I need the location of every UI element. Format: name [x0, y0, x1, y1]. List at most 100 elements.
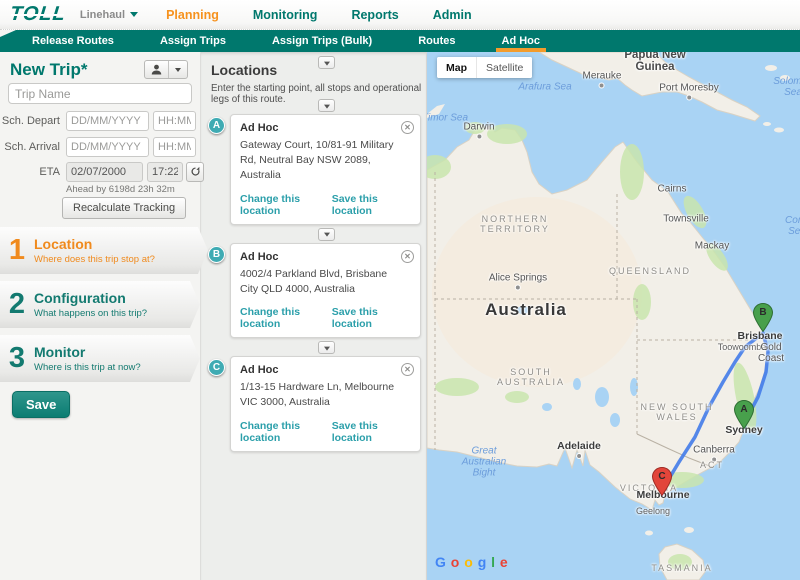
eta-ahead-note: Ahead by 6198d 23h 32m: [66, 184, 175, 195]
pin-letter: C: [652, 471, 672, 482]
depart-date-input[interactable]: [66, 111, 149, 131]
location-address: 4002/4 Parkland Blvd, Brisbane City QLD …: [240, 267, 411, 297]
step-title: Location: [34, 236, 155, 252]
stop-block: C ✕ Ad Hoc 1/13-15 Hardware Ln, Melbourn…: [201, 341, 428, 451]
step-title: Configuration: [34, 290, 147, 306]
step-title: Monitor: [34, 344, 141, 360]
save-location-link[interactable]: Save this location: [332, 306, 411, 330]
location-address: Gateway Court, 10/81-91 Military Rd, Neu…: [240, 138, 411, 184]
stops-list: A ✕ Ad Hoc Gateway Court, 10/81-91 Milit…: [201, 96, 428, 453]
chevron-down-icon: [130, 12, 138, 17]
assign-driver-button[interactable]: [144, 60, 188, 79]
step-text: Configuration What happens on this trip?: [34, 290, 147, 319]
location-card: ✕ Ad Hoc 1/13-15 Hardware Ln, Melbourne …: [230, 356, 421, 451]
google-logo[interactable]: G o o g l e: [435, 554, 508, 570]
change-location-link[interactable]: Change this location: [240, 193, 332, 217]
top-nav-item[interactable]: Planning: [166, 8, 219, 22]
close-icon[interactable]: ✕: [401, 363, 414, 376]
step-subtitle: Where is this trip at now?: [34, 362, 141, 373]
top-nav-item[interactable]: Monitoring: [253, 8, 318, 22]
location-card: ✕ Ad Hoc Gateway Court, 10/81-91 Militar…: [230, 114, 421, 225]
png-landmass: [539, 52, 760, 121]
step-item[interactable]: 3 Monitor Where is this trip at now?: [0, 335, 200, 382]
stop-row: C ✕ Ad Hoc 1/13-15 Hardware Ln, Melbourn…: [201, 356, 428, 451]
trip-form-panel: New Trip* Sch. Depart Sch. Arrival ETA: [0, 52, 200, 580]
map-type-map-button[interactable]: Map: [437, 57, 476, 78]
google-logo-letter: e: [500, 554, 508, 570]
eta-row: ETA: [0, 162, 200, 182]
caret-down-icon: [324, 346, 330, 350]
field-label: Sch. Depart: [0, 115, 60, 127]
person-icon: [145, 61, 168, 78]
subnav-item[interactable]: Routes: [404, 30, 469, 52]
depart-time-input[interactable]: [153, 111, 196, 131]
location-name: Ad Hoc: [240, 364, 411, 376]
google-logo-letter: G: [435, 554, 446, 570]
step-item[interactable]: 2 Configuration What happens on this tri…: [0, 281, 200, 328]
eta-time-value: [147, 162, 183, 182]
step-number: 3: [0, 342, 34, 375]
step-subtitle: What happens on this trip?: [34, 308, 147, 319]
google-logo-letter: g: [478, 554, 487, 570]
refresh-eta-button[interactable]: [186, 162, 204, 182]
trip-name-input[interactable]: [8, 83, 192, 104]
change-location-link[interactable]: Change this location: [240, 420, 332, 444]
google-logo-letter: o: [451, 554, 460, 570]
app-window: TOLL Linehaul Planning Monitoring Report…: [0, 0, 800, 580]
subnav-item[interactable]: Assign Trips (Bulk): [258, 30, 386, 52]
eta-date-value: [66, 162, 143, 182]
step-item[interactable]: 1 Location Where does this trip stop at?: [0, 227, 208, 274]
sch-depart-row: Sch. Depart: [0, 111, 200, 131]
stop-row: A ✕ Ad Hoc Gateway Court, 10/81-91 Milit…: [201, 114, 428, 225]
subnav-item[interactable]: Assign Trips: [146, 30, 240, 52]
top-nav-item[interactable]: Reports: [351, 8, 398, 22]
save-location-link[interactable]: Save this location: [332, 193, 411, 217]
recalculate-tracking-button[interactable]: Recalculate Tracking: [62, 197, 186, 219]
stop-letter-badge: C: [208, 359, 225, 376]
map-marker-pin[interactable]: A: [734, 400, 754, 429]
map-marker-pin[interactable]: B: [753, 303, 773, 332]
arrival-date-input[interactable]: [66, 137, 149, 157]
pin-letter: B: [753, 307, 773, 318]
add-stop-button[interactable]: [318, 99, 335, 112]
save-button[interactable]: Save: [12, 391, 70, 418]
location-name: Ad Hoc: [240, 251, 411, 263]
step-text: Monitor Where is this trip at now?: [34, 344, 141, 373]
add-stop-button[interactable]: [318, 341, 335, 354]
field-label: ETA: [0, 166, 60, 178]
refresh-icon: [190, 165, 201, 180]
step-subtitle: Where does this trip stop at?: [34, 254, 155, 265]
wizard-steps: 1 Location Where does this trip stop at?…: [0, 227, 210, 389]
close-icon[interactable]: ✕: [401, 250, 414, 263]
context-label: Linehaul: [80, 9, 125, 21]
top-nav: Planning Monitoring Reports Admin: [166, 8, 471, 22]
add-stop-button[interactable]: [318, 56, 335, 69]
page-title: New Trip*: [10, 60, 87, 80]
field-label: Sch. Arrival: [0, 141, 60, 153]
stop-block: B ✕ Ad Hoc 4002/4 Parkland Blvd, Brisban…: [201, 228, 428, 338]
caret-down-icon: [324, 61, 330, 65]
save-location-link[interactable]: Save this location: [332, 420, 411, 444]
map-type-control: Map Satellite: [437, 57, 532, 78]
add-stop-button[interactable]: [318, 228, 335, 241]
subnav-item[interactable]: Ad Hoc: [488, 30, 555, 52]
close-icon[interactable]: ✕: [401, 121, 414, 134]
locations-panel: Locations Enter the starting point, all …: [200, 52, 427, 580]
context-dropdown[interactable]: Linehaul: [80, 9, 138, 21]
assign-dropdown-toggle[interactable]: [168, 61, 187, 78]
subnav-item[interactable]: Release Routes: [18, 30, 128, 52]
top-nav-item[interactable]: Admin: [433, 8, 472, 22]
caret-down-icon: [324, 104, 330, 108]
arrival-time-input[interactable]: [153, 137, 196, 157]
card-links: Change this location Save this location: [240, 420, 411, 444]
top-header: TOLL Linehaul Planning Monitoring Report…: [0, 0, 800, 30]
location-address: 1/13-15 Hardware Ln, Melbourne VIC 3000,…: [240, 380, 411, 410]
change-location-link[interactable]: Change this location: [240, 306, 332, 330]
location-card: ✕ Ad Hoc 4002/4 Parkland Blvd, Brisbane …: [230, 243, 421, 338]
chevron-down-icon: [175, 68, 181, 72]
map-canvas[interactable]: Papua New Guinea Port Moresby Merauke Ar…: [427, 52, 800, 580]
map-type-satellite-button[interactable]: Satellite: [476, 57, 532, 78]
stop-row: B ✕ Ad Hoc 4002/4 Parkland Blvd, Brisban…: [201, 243, 428, 338]
map-marker-pin[interactable]: C: [652, 467, 672, 496]
sch-arrival-row: Sch. Arrival: [0, 137, 200, 157]
